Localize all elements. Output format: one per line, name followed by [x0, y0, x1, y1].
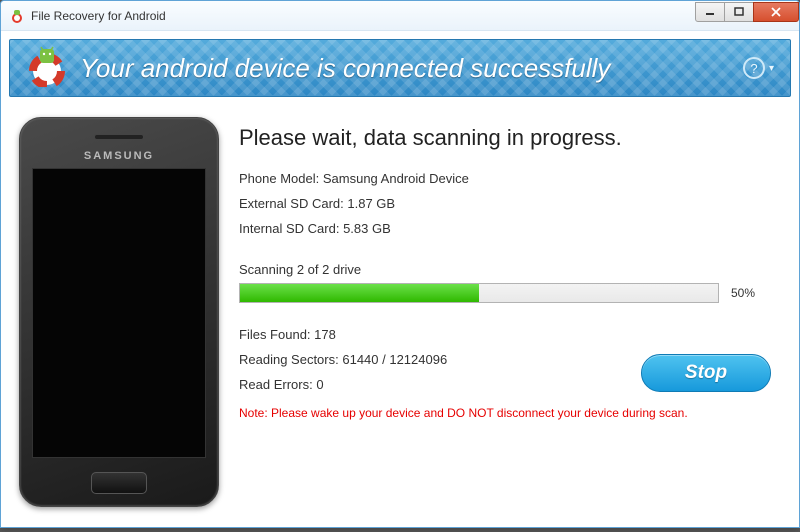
main-content: SAMSUNG Please wait, data scanning in pr…: [9, 97, 791, 517]
device-image: SAMSUNG: [19, 117, 219, 507]
reading-sectors-label: Reading Sectors:: [239, 352, 339, 367]
window-controls: [696, 2, 799, 22]
reading-sectors-value: 61440 / 12124096: [342, 352, 447, 367]
progress-fill: [240, 284, 479, 302]
maximize-button[interactable]: [724, 2, 754, 22]
drive-status: Scanning 2 of 2 drive: [239, 262, 771, 277]
read-errors-value: 0: [316, 377, 323, 392]
files-found-value: 178: [314, 327, 336, 342]
progress-percent: 50%: [731, 286, 771, 300]
status-banner: Your android device is connected success…: [9, 39, 791, 97]
app-window: File Recovery for Android Your android d…: [0, 0, 800, 528]
help-dropdown-icon[interactable]: ▾: [769, 63, 774, 74]
progress-bar: [239, 283, 719, 303]
minimize-button[interactable]: [695, 2, 725, 22]
external-sd-label: External SD Card:: [239, 196, 344, 211]
progress-row: 50%: [239, 283, 771, 303]
banner-text: Your android device is connected success…: [80, 53, 743, 84]
phone-model-row: Phone Model: Samsung Android Device: [239, 171, 771, 186]
external-sd-value: 1.87 GB: [347, 196, 395, 211]
phone-model-label: Phone Model:: [239, 171, 319, 186]
read-errors-row: Read Errors: 0: [239, 377, 641, 392]
reading-sectors-row: Reading Sectors: 61440 / 12124096: [239, 352, 641, 367]
phone-model-value: Samsung Android Device: [323, 171, 469, 186]
titlebar[interactable]: File Recovery for Android: [1, 1, 799, 31]
internal-sd-value: 5.83 GB: [343, 221, 391, 236]
scan-info-panel: Please wait, data scanning in progress. …: [239, 117, 781, 507]
files-found-label: Files Found:: [239, 327, 311, 342]
close-button[interactable]: [753, 2, 799, 22]
scan-headline: Please wait, data scanning in progress.: [239, 125, 771, 151]
phone-screen: [32, 168, 206, 458]
client-area: Your android device is connected success…: [1, 31, 799, 525]
external-sd-row: External SD Card: 1.87 GB: [239, 196, 771, 211]
phone-earpiece: [94, 134, 144, 140]
watermark: LO4D.com: [718, 510, 792, 526]
window-title: File Recovery for Android: [31, 9, 696, 23]
internal-sd-label: Internal SD Card:: [239, 221, 339, 236]
help-button[interactable]: ?: [743, 57, 765, 79]
warning-note: Note: Please wake up your device and DO …: [239, 406, 771, 420]
files-found-row: Files Found: 178: [239, 327, 641, 342]
status-and-stop-row: Files Found: 178 Reading Sectors: 61440 …: [239, 327, 771, 392]
phone-brand-label: SAMSUNG: [20, 150, 218, 162]
app-icon: [9, 8, 25, 24]
read-errors-label: Read Errors:: [239, 377, 313, 392]
phone-home-button: [91, 472, 147, 494]
lifebuoy-icon: [26, 45, 68, 92]
stop-button[interactable]: Stop: [641, 354, 771, 392]
internal-sd-row: Internal SD Card: 5.83 GB: [239, 221, 771, 236]
